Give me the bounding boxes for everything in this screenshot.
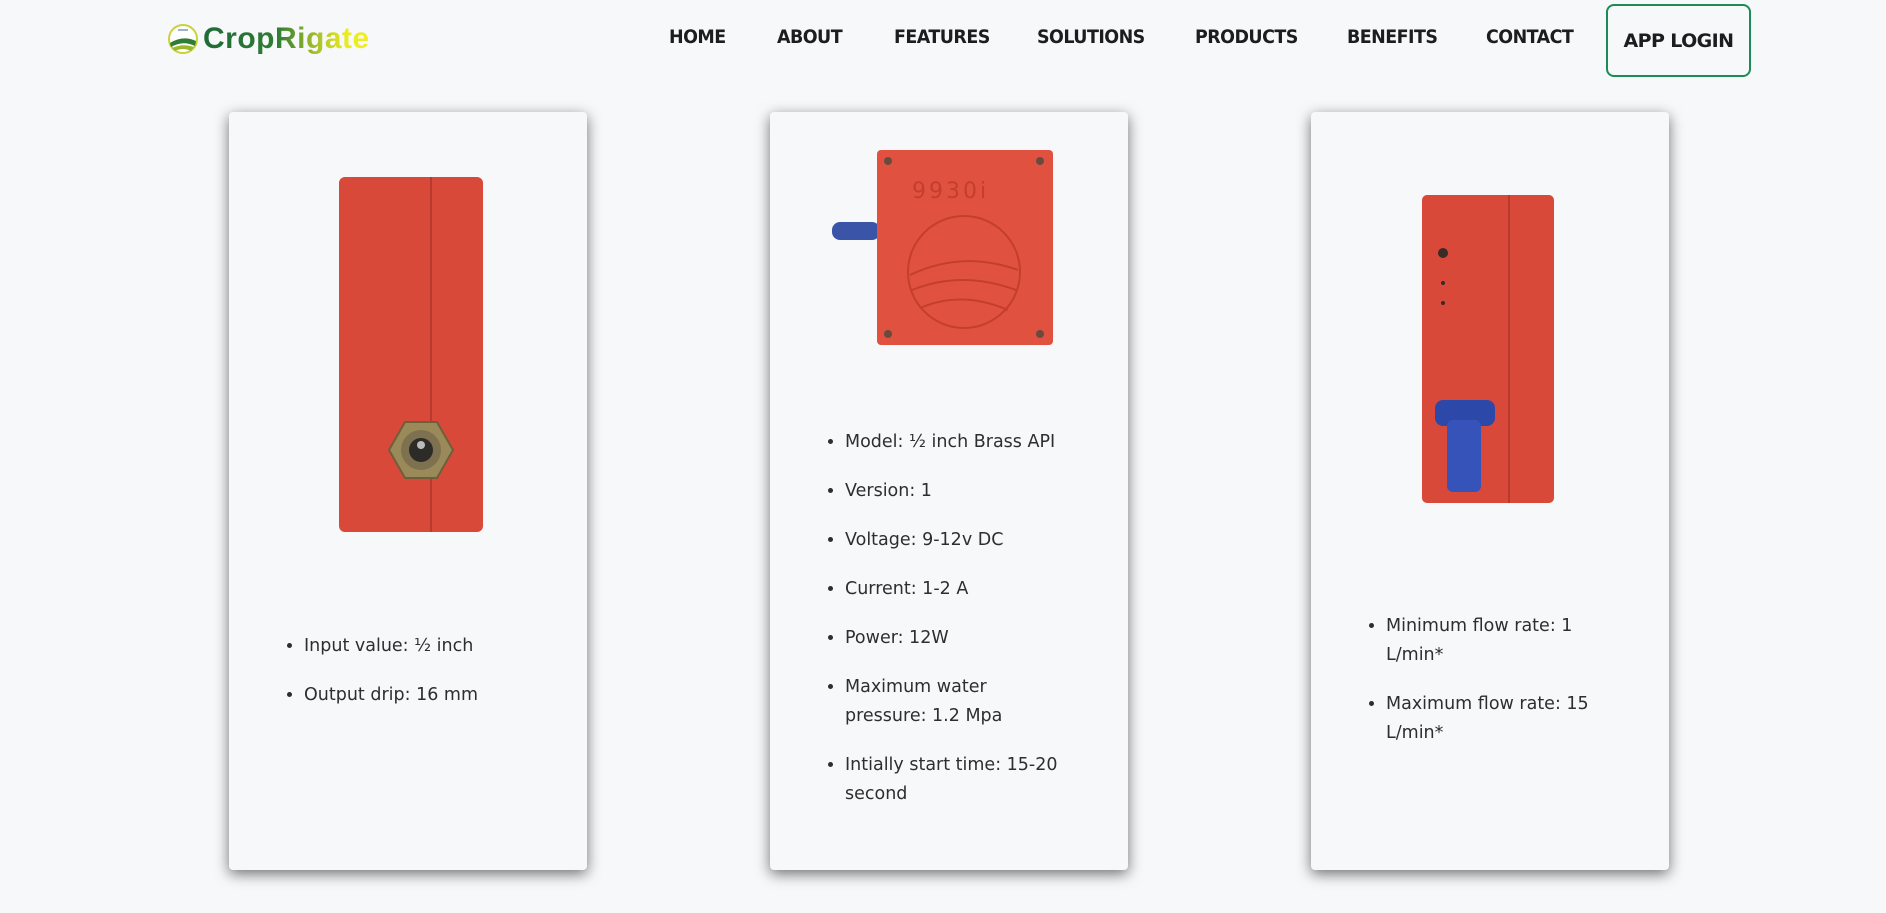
nav-products[interactable]: PRODUCTS (1195, 26, 1298, 48)
spec-item: Current: 1-2 A (845, 575, 1105, 604)
spec-item: Minimum flow rate: 1 L/min* (1386, 612, 1626, 670)
spec-item: Maximum flow rate: 15 L/min* (1386, 690, 1626, 748)
spec-item: Maximum water pressure: 1.2 Mpa (845, 673, 1045, 731)
controller-device-image: 9930i (832, 150, 1053, 345)
nav-solutions[interactable]: SOLUTIONS (1037, 26, 1145, 48)
device-model-label: 9930i (912, 179, 989, 204)
nav-features[interactable]: FEATURES (894, 26, 990, 48)
spec-item: Intially start time: 15-20 second (845, 751, 1085, 809)
spec-item: Power: 12W (845, 624, 1105, 653)
spec-item: Input value: ½ inch (304, 632, 564, 661)
spec-item: Voltage: 9-12v DC (845, 526, 1105, 555)
spec-item: Version: 1 (845, 477, 1105, 506)
spec-item: Model: ½ inch Brass API (845, 428, 1105, 457)
farm-field-icon (168, 24, 198, 54)
nav-about[interactable]: ABOUT (777, 26, 843, 48)
nav-home[interactable]: HOME (669, 26, 726, 48)
drip-adapter-image (339, 177, 483, 532)
nav-contact[interactable]: CONTACT (1486, 26, 1574, 48)
spec-item: Output drip: 16 mm (304, 681, 564, 710)
brand-logo[interactable]: CropRigate (167, 22, 370, 56)
flow-sensor-image (1422, 195, 1554, 503)
top-navbar: CropRigate HOME ABOUT FEATURES SOLUTIONS… (0, 0, 1886, 80)
brand-name: CropRigate (203, 22, 370, 55)
product-card-controller: 9930i Model: ½ inch Brass API Version: 1… (770, 112, 1128, 870)
app-login-button[interactable]: APP LOGIN (1606, 4, 1751, 77)
product-card-drip-adapter: Input value: ½ inch Output drip: 16 mm (229, 112, 587, 870)
product-card-flow-sensor: Minimum flow rate: 1 L/min* Maximum flow… (1311, 112, 1669, 870)
nav-benefits[interactable]: BENEFITS (1347, 26, 1438, 48)
